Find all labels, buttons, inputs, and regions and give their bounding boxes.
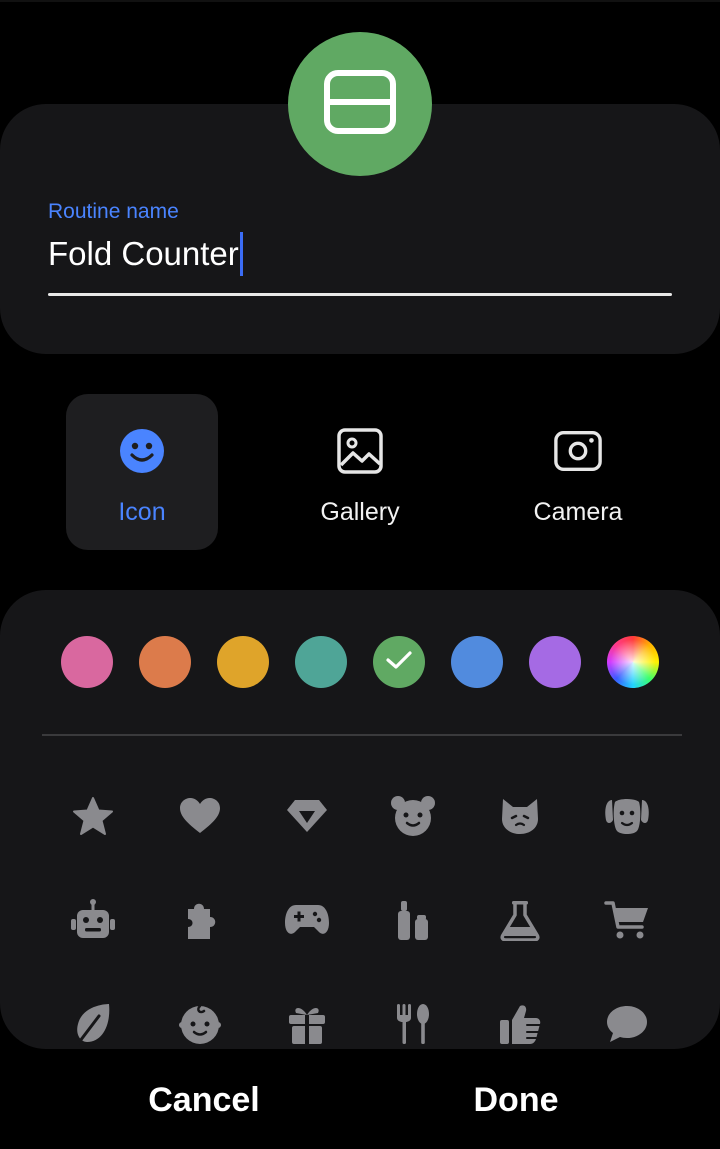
camera-icon — [553, 426, 603, 476]
routine-badge[interactable] — [288, 32, 432, 176]
image-icon — [335, 426, 385, 476]
cancel-button[interactable]: Cancel — [74, 1070, 334, 1130]
heart-icon[interactable] — [170, 786, 230, 846]
leaf-icon[interactable] — [63, 994, 123, 1049]
routine-name-text: Fold Counter — [48, 235, 239, 272]
routine-name-underline — [48, 293, 672, 296]
color-swatch-green[interactable] — [373, 636, 425, 688]
diamond-icon[interactable] — [277, 786, 337, 846]
flask-icon[interactable] — [490, 890, 550, 950]
tab-camera[interactable]: Camera — [502, 394, 654, 550]
star-icon[interactable] — [63, 786, 123, 846]
routine-name-label: Routine name — [48, 200, 179, 223]
checkmark-icon — [385, 649, 413, 675]
bear-icon[interactable] — [383, 786, 443, 846]
color-swatch-custom[interactable] — [607, 636, 659, 688]
tab-gallery[interactable]: Gallery — [284, 394, 436, 550]
status-bar-edge — [0, 0, 720, 2]
color-swatch-blue[interactable] — [451, 636, 503, 688]
tab-gallery-label: Gallery — [320, 498, 400, 526]
smiley-icon — [117, 426, 167, 476]
tab-icon[interactable]: Icon — [66, 394, 218, 550]
puzzle-icon[interactable] — [170, 890, 230, 950]
text-cursor — [239, 232, 243, 276]
color-swatch-orange[interactable] — [139, 636, 191, 688]
cart-icon[interactable] — [597, 890, 657, 950]
utensils-icon[interactable] — [383, 994, 443, 1049]
palette-divider — [42, 734, 682, 736]
color-swatch-pink[interactable] — [61, 636, 113, 688]
dog-icon[interactable] — [597, 786, 657, 846]
fold-phone-icon — [323, 69, 397, 139]
gamepad-icon[interactable] — [277, 890, 337, 950]
color-swatch-teal[interactable] — [295, 636, 347, 688]
cat-icon[interactable] — [490, 786, 550, 846]
color-swatch-amber[interactable] — [217, 636, 269, 688]
robot-icon[interactable] — [63, 890, 123, 950]
chat-icon[interactable] — [597, 994, 657, 1049]
routine-name-input[interactable]: Fold Counter — [48, 232, 243, 276]
cosmetics-icon[interactable] — [383, 890, 443, 950]
baby-icon[interactable] — [170, 994, 230, 1049]
gift-icon[interactable] — [277, 994, 337, 1049]
icon-palette-panel — [0, 590, 720, 1049]
tab-camera-label: Camera — [533, 498, 623, 526]
done-button[interactable]: Done — [386, 1070, 646, 1130]
tab-icon-label: Icon — [118, 498, 166, 526]
thumbs-up-icon[interactable] — [490, 994, 550, 1049]
color-swatch-purple[interactable] — [529, 636, 581, 688]
